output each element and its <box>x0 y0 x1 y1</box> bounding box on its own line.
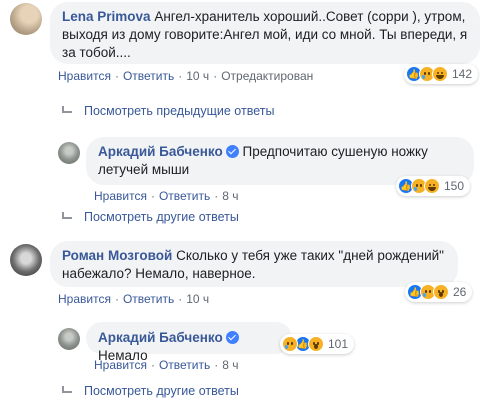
like-link[interactable]: Нравится <box>58 69 111 83</box>
wow-icon <box>308 336 324 352</box>
reaction-count: 101 <box>328 337 349 351</box>
comment-bubble: Роман Мозговой Сколько у тебя уже таких … <box>50 241 458 287</box>
reaction-count: 142 <box>452 67 473 81</box>
comment-author[interactable]: Lena Primova <box>62 9 151 24</box>
reaction-summary[interactable]: 👍 101 <box>280 334 355 354</box>
comment-actions: Нравится · Ответить · 8 ч <box>94 358 239 372</box>
timestamp[interactable]: 10 ч <box>186 69 209 83</box>
reply-link[interactable]: Ответить <box>159 358 210 372</box>
reply-link[interactable]: Ответить <box>123 292 174 306</box>
comment-author[interactable]: Аркадий Бабченко <box>98 144 223 159</box>
view-previous-replies-label[interactable]: Посмотреть предыдущие ответы <box>84 104 274 118</box>
wow-icon <box>433 284 449 300</box>
avatar[interactable] <box>58 328 80 350</box>
view-other-replies[interactable]: Посмотреть другие ответы <box>62 384 239 398</box>
avatar[interactable] <box>10 3 42 35</box>
like-link[interactable]: Нравится <box>94 189 147 203</box>
reply-link[interactable]: Ответить <box>123 69 174 83</box>
comment-actions: Нравится · Ответить · 10 ч <box>58 292 210 306</box>
verified-badge-icon <box>225 145 239 158</box>
reaction-summary[interactable]: 👍 150 <box>396 176 471 196</box>
reaction-count: 150 <box>444 179 465 193</box>
reaction-count: 26 <box>453 285 467 299</box>
reaction-summary[interactable]: 👍 142 <box>404 64 479 84</box>
comment-actions: Нравится · Ответить · 10 ч · Отредактирован <box>58 69 314 83</box>
like-link[interactable]: Нравится <box>94 358 147 372</box>
view-other-replies[interactable]: Посмотреть другие ответы <box>62 210 239 224</box>
avatar[interactable] <box>58 142 80 164</box>
haha-icon <box>424 178 440 194</box>
reply-link[interactable]: Ответить <box>159 189 210 203</box>
comment-author[interactable]: Роман Мозговой <box>62 248 172 263</box>
view-other-replies-label[interactable]: Посмотреть другие ответы <box>84 210 239 224</box>
view-other-replies-label[interactable]: Посмотреть другие ответы <box>84 384 239 398</box>
reaction-summary[interactable]: 👍 26 <box>405 282 473 302</box>
reply-arrow-icon <box>62 386 74 396</box>
timestamp[interactable]: 8 ч <box>222 189 238 203</box>
comment-actions: Нравится · Ответить · 8 ч <box>94 189 239 203</box>
reply-arrow-icon <box>62 106 74 116</box>
timestamp[interactable]: 10 ч <box>186 292 209 306</box>
avatar[interactable] <box>10 244 42 276</box>
verified-badge-icon <box>225 331 239 344</box>
reply-arrow-icon <box>62 212 74 222</box>
comment-bubble: Lena Primova Ангел-хранитель хороший..Со… <box>50 2 480 64</box>
comment-bubble: Аркадий Бабченко Немало <box>86 322 292 363</box>
timestamp[interactable]: 8 ч <box>222 358 238 372</box>
view-previous-replies[interactable]: Посмотреть предыдущие ответы <box>62 104 274 118</box>
haha-icon <box>432 66 448 82</box>
like-link[interactable]: Нравится <box>58 292 111 306</box>
edited-label: Отредактирован <box>221 69 314 83</box>
comment-author[interactable]: Аркадий Бабченко <box>98 330 223 345</box>
sad-icon <box>282 336 298 352</box>
